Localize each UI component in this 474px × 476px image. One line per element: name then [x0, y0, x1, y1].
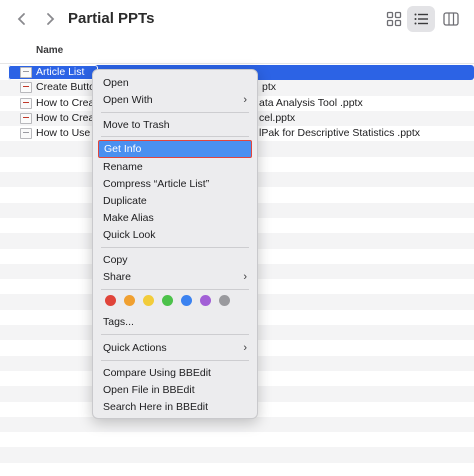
toolbar: Partial PPTs — [0, 0, 474, 40]
icon-view-button[interactable] — [380, 6, 408, 32]
window-title: Partial PPTs — [68, 10, 155, 27]
file-name: How to Crea — [36, 96, 95, 109]
menu-separator — [101, 247, 249, 248]
back-button[interactable] — [11, 8, 33, 30]
menu-item-compare-bbedit[interactable]: Compare Using BBEdit — [93, 365, 257, 382]
chevron-right-icon: › — [243, 342, 247, 354]
menu-item-label: Search Here in BBEdit — [103, 401, 209, 413]
menu-separator — [101, 136, 249, 137]
pptx-file-icon — [20, 97, 32, 109]
file-name-tail: ata Analysis Tool .pptx — [259, 96, 363, 109]
menu-item-label: Get Info — [104, 143, 142, 155]
tag-color-picker — [105, 295, 245, 307]
context-menu: Open Open With › Move to Trash Get Info R… — [92, 69, 258, 419]
menu-item-label: Open File in BBEdit — [103, 384, 195, 396]
menu-item-label: Quick Look — [103, 229, 156, 241]
document-icon — [20, 128, 32, 140]
empty-row — [0, 416, 474, 433]
menu-item-open-with[interactable]: Open With › — [93, 92, 257, 109]
menu-item-get-info[interactable]: Get Info — [98, 140, 252, 158]
menu-item-search-bbedit[interactable]: Search Here in BBEdit — [93, 399, 257, 416]
menu-item-move-to-trash[interactable]: Move to Trash — [93, 117, 257, 134]
menu-item-open[interactable]: Open — [93, 75, 257, 92]
chevron-right-icon — [47, 13, 55, 25]
menu-item-label: Tags... — [103, 316, 134, 328]
tag-green[interactable] — [162, 295, 173, 306]
menu-item-make-alias[interactable]: Make Alias — [93, 210, 257, 227]
menu-item-open-bbedit[interactable]: Open File in BBEdit — [93, 382, 257, 399]
document-icon — [20, 67, 32, 78]
empty-row — [0, 447, 474, 463]
file-name-tail: ptx — [262, 81, 277, 94]
menu-item-label: Compare Using BBEdit — [103, 367, 211, 379]
file-name-tail: cel.pptx — [259, 111, 296, 124]
list-view-button[interactable] — [407, 6, 435, 32]
empty-row — [0, 432, 474, 447]
menu-separator — [101, 360, 249, 361]
menu-item-duplicate[interactable]: Duplicate — [93, 193, 257, 210]
menu-item-quick-look[interactable]: Quick Look — [93, 227, 257, 244]
menu-item-label: Copy — [103, 254, 128, 266]
menu-item-label: Make Alias — [103, 212, 154, 224]
columns-icon — [443, 12, 459, 26]
menu-item-label: Quick Actions — [103, 342, 167, 354]
tag-blue[interactable] — [181, 295, 192, 306]
menu-separator — [101, 334, 249, 335]
chevron-right-icon: › — [243, 94, 247, 106]
menu-separator — [101, 112, 249, 113]
menu-item-label: Move to Trash — [103, 119, 170, 131]
file-name: How to Crea — [36, 111, 95, 124]
list-icon — [414, 13, 428, 25]
menu-separator — [101, 289, 249, 290]
tag-gray[interactable] — [219, 295, 230, 306]
chevron-right-icon: › — [243, 271, 247, 283]
menu-item-label: Duplicate — [103, 195, 147, 207]
menu-item-copy[interactable]: Copy — [93, 252, 257, 269]
file-name: Article List — [36, 66, 85, 78]
pptx-file-icon — [20, 82, 32, 94]
menu-item-compress[interactable]: Compress “Article List” — [93, 176, 257, 193]
tag-orange[interactable] — [124, 295, 135, 306]
tag-yellow[interactable] — [143, 295, 154, 306]
menu-item-label: Open With — [103, 94, 153, 106]
pptx-file-icon — [20, 112, 32, 124]
menu-item-tags[interactable]: Tags... — [93, 314, 257, 331]
grid-icon — [386, 11, 402, 27]
menu-item-label: Compress “Article List” — [103, 178, 210, 190]
chevron-left-icon — [17, 13, 25, 25]
name-column-header[interactable]: Name — [36, 45, 63, 56]
menu-item-quick-actions[interactable]: Quick Actions › — [93, 340, 257, 357]
menu-item-share[interactable]: Share › — [93, 269, 257, 286]
column-view-button[interactable] — [437, 6, 465, 32]
menu-item-label: Rename — [103, 161, 143, 173]
file-name: Create Butto — [36, 81, 95, 94]
forward-button[interactable] — [39, 8, 61, 30]
list-header: Name — [0, 40, 474, 64]
menu-item-label: Open — [103, 77, 129, 89]
menu-item-rename[interactable]: Rename — [93, 159, 257, 176]
tag-purple[interactable] — [200, 295, 211, 306]
file-name: How to Use — [36, 127, 91, 140]
file-name-tail: lPak for Descriptive Statistics .pptx — [259, 127, 421, 140]
tag-red[interactable] — [105, 295, 116, 306]
menu-item-label: Share — [103, 271, 132, 283]
